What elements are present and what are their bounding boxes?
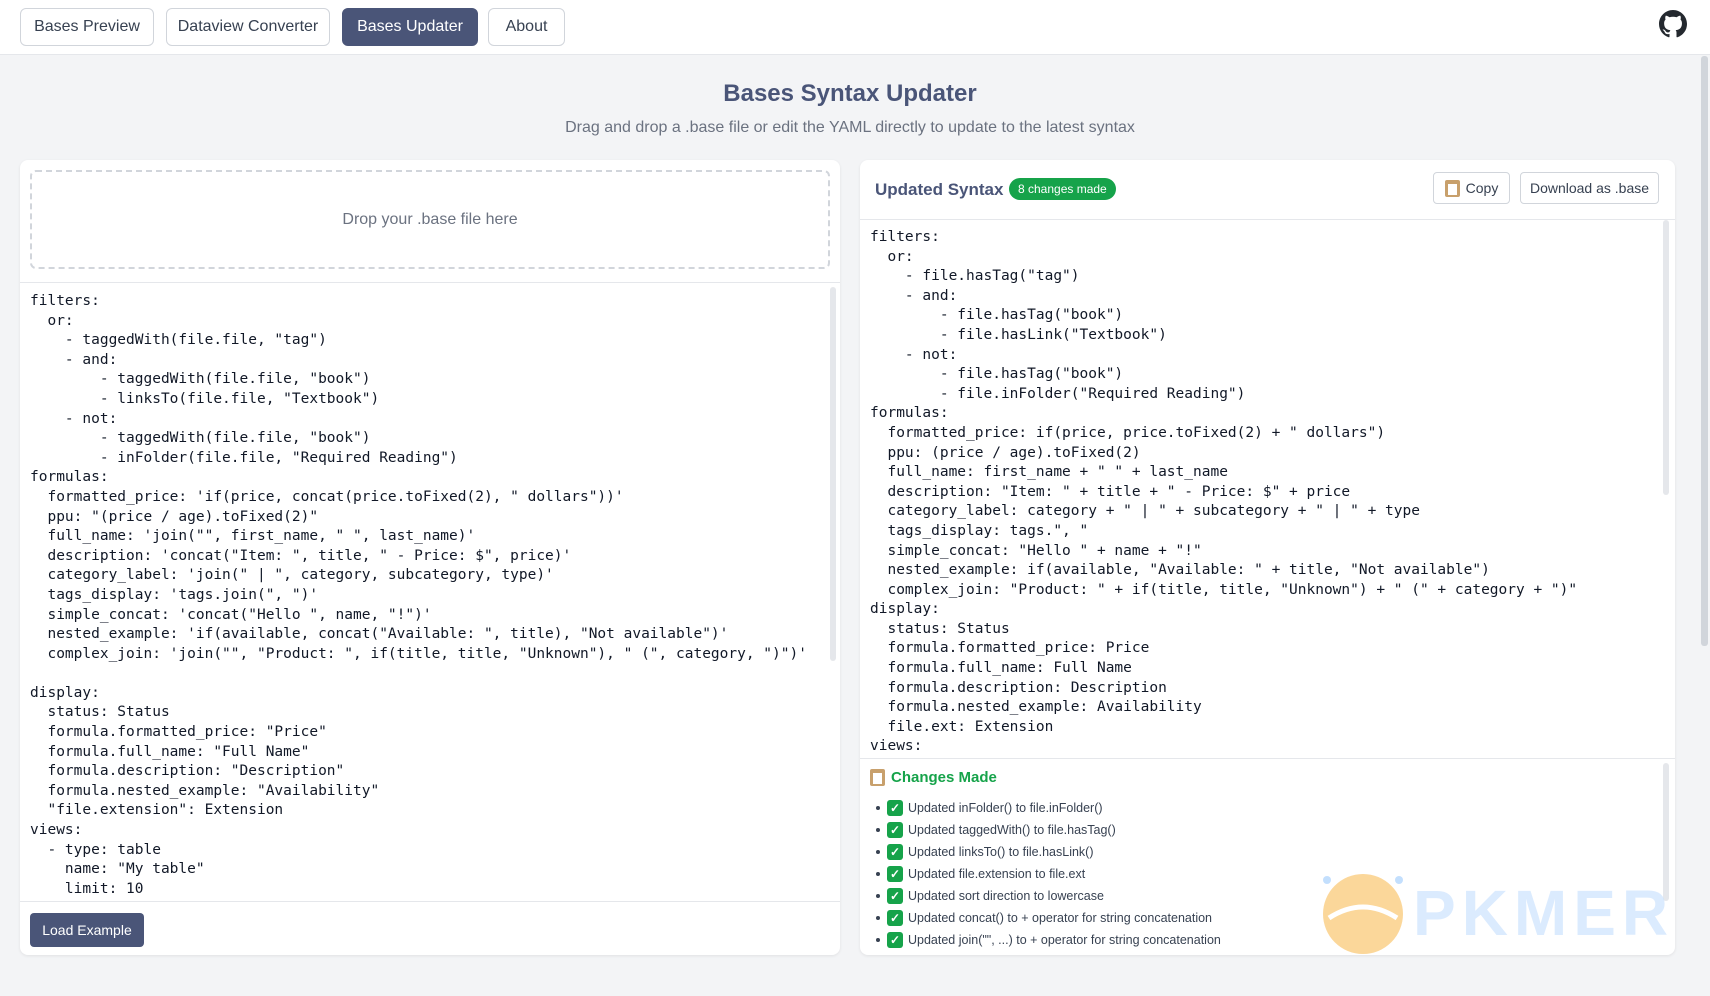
editor-scrollbar[interactable]: [830, 287, 836, 661]
output-title: Updated Syntax: [875, 180, 1004, 199]
tab-bases-preview[interactable]: Bases Preview: [20, 8, 154, 46]
tab-dataview-converter[interactable]: Dataview Converter: [166, 8, 330, 46]
checkmark-icon: ✓: [887, 888, 903, 904]
list-item: ✓ Updated file.extension to file.ext: [876, 863, 1221, 885]
changes-list: ✓ Updated inFolder() to file.inFolder() ✓…: [876, 797, 1221, 951]
input-panel: Drop your .base file here filters: or: -…: [20, 160, 840, 955]
copy-button[interactable]: Copy: [1433, 172, 1510, 204]
list-item: ✓ Updated taggedWith() to file.hasTag(): [876, 819, 1221, 841]
file-dropzone[interactable]: Drop your .base file here: [30, 170, 830, 269]
checkmark-icon: ✓: [887, 866, 903, 882]
changes-count-badge: 8 changes made: [1009, 178, 1116, 200]
top-navigation: Bases Preview Dataview Converter Bases U…: [0, 0, 1710, 55]
yaml-editor[interactable]: filters: or: - taggedWith(file.file, "ta…: [20, 282, 840, 902]
checkmark-icon: ✓: [887, 910, 903, 926]
change-text: Updated concat() to + operator for strin…: [908, 911, 1212, 925]
checkmark-icon: ✓: [887, 932, 903, 948]
tab-about[interactable]: About: [488, 8, 565, 46]
pkmer-logo-icon: [1323, 874, 1403, 954]
clipboard-icon: [870, 769, 885, 786]
change-text: Updated join("", ...) to + operator for …: [908, 933, 1221, 947]
list-item: ✓ Updated concat() to + operator for stri…: [876, 907, 1221, 929]
page-subtitle: Drag and drop a .base file or edit the Y…: [565, 119, 1135, 136]
list-item: ✓ Updated linksTo() to file.hasLink(): [876, 841, 1221, 863]
change-text: Updated inFolder() to file.inFolder(): [908, 801, 1103, 815]
checkmark-icon: ✓: [887, 844, 903, 860]
change-text: Updated linksTo() to file.hasLink(): [908, 845, 1094, 859]
input-code[interactable]: filters: or: - taggedWith(file.file, "ta…: [20, 283, 840, 901]
load-example-button[interactable]: Load Example: [30, 913, 144, 947]
pkmer-watermark: PKMER: [1315, 866, 1685, 962]
page-scrollbar[interactable]: [1701, 56, 1708, 646]
download-button[interactable]: Download as .base: [1520, 172, 1659, 204]
output-code: filters: or: - file.hasTag("tag") - and:…: [870, 229, 1578, 755]
changes-title: Changes Made: [870, 769, 997, 786]
changes-title-label: Changes Made: [891, 769, 997, 786]
github-icon[interactable]: [1659, 10, 1687, 38]
dropzone-text: Drop your .base file here: [342, 210, 518, 228]
change-text: Updated taggedWith() to file.hasTag(): [908, 823, 1116, 837]
list-item: ✓ Updated sort direction to lowercase: [876, 885, 1221, 907]
clipboard-icon: [1444, 179, 1460, 197]
output-header: Updated Syntax 8 changes made Copy Downl…: [860, 160, 1675, 220]
change-text: Updated file.extension to file.ext: [908, 867, 1086, 881]
watermark-text: PKMER: [1413, 877, 1675, 949]
output-panel: Updated Syntax 8 changes made Copy Downl…: [860, 160, 1675, 955]
output-code-area[interactable]: filters: or: - file.hasTag("tag") - and:…: [860, 220, 1675, 818]
list-item: ✓ Updated inFolder() to file.inFolder(): [876, 797, 1221, 819]
checkmark-icon: ✓: [887, 822, 903, 838]
list-item: ✓ Updated join("", ...) to + operator for…: [876, 929, 1221, 951]
change-text: Updated sort direction to lowercase: [908, 889, 1104, 903]
copy-button-label: Copy: [1465, 180, 1499, 196]
tab-bases-updater[interactable]: Bases Updater: [342, 8, 478, 46]
output-scrollbar[interactable]: [1663, 220, 1669, 495]
page-title: Bases Syntax Updater: [723, 80, 977, 107]
checkmark-icon: ✓: [887, 800, 903, 816]
